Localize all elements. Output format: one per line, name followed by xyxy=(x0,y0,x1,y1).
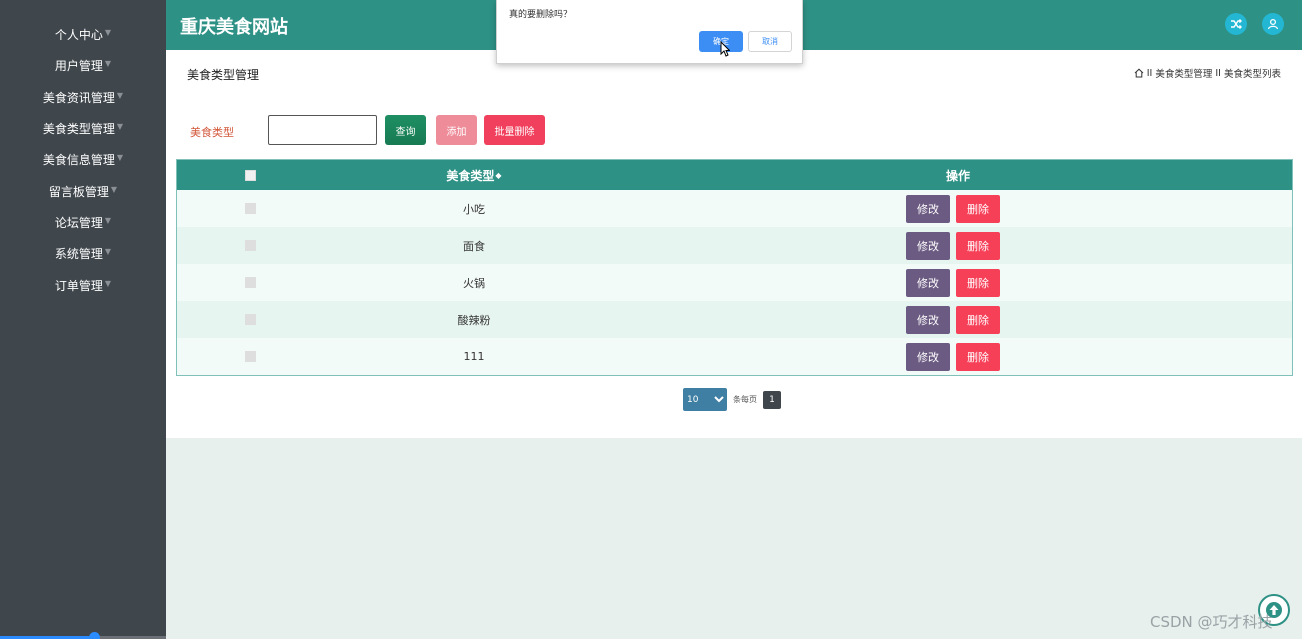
delete-button[interactable]: 删除 xyxy=(956,268,1000,297)
page-title: 美食类型管理 xyxy=(187,68,260,82)
table-row: 111 修改 删除 xyxy=(177,338,1292,375)
home-icon[interactable] xyxy=(1134,68,1144,78)
add-button[interactable]: 添加 xyxy=(436,115,477,145)
row-checkbox[interactable] xyxy=(245,314,256,325)
table-row: 酸辣粉 修改 删除 xyxy=(177,301,1292,338)
caret-down-icon: ▼ xyxy=(116,122,124,132)
page-number-button[interactable]: 1 xyxy=(763,390,781,409)
table-body: 小吃 修改删除 面食 修改删除 火锅 修改删除 酸辣粉 修改删除 111 xyxy=(177,190,1292,375)
query-button[interactable]: 查询 xyxy=(385,115,426,145)
food-type-table: 美食类型◆ 操作 小吃 修改删除 面食 修改删除 火锅 修改删除 酸辣粉 xyxy=(176,159,1293,376)
content-panel: 美食类型管理 II 美食类型管理 II 美食类型列表 美食类型 查询 添加 批量… xyxy=(166,50,1302,438)
sidebar-item-label: 订单管理 xyxy=(54,278,103,293)
delete-button[interactable]: 删除 xyxy=(956,342,1000,371)
sidebar-item-label: 用户管理 xyxy=(54,59,103,74)
select-all-checkbox[interactable] xyxy=(245,169,256,181)
table-row: 火锅 修改 删除 xyxy=(177,264,1292,301)
caret-down-icon: ▼ xyxy=(104,215,112,225)
search-bar: 美食类型 查询 添加 批量删除 xyxy=(190,115,790,145)
breadcrumb: II 美食类型管理 II 美食类型列表 xyxy=(1134,66,1281,80)
breadcrumb-separator: II xyxy=(1146,67,1153,79)
watermark: CSDN @巧才科技 xyxy=(1150,613,1273,631)
scrollbar-handle[interactable] xyxy=(89,632,100,639)
caret-down-icon: ▼ xyxy=(104,278,112,288)
sidebar-item-order-management[interactable]: 订单管理 ▼ xyxy=(0,269,166,300)
edit-button[interactable]: 修改 xyxy=(906,231,950,260)
column-header-ops: 操作 xyxy=(945,168,970,183)
confirm-cancel-button[interactable]: 取消 xyxy=(748,31,792,52)
caret-down-icon: ▼ xyxy=(104,247,112,257)
breadcrumb-separator: II xyxy=(1215,67,1221,79)
food-type-name: 面食 xyxy=(463,239,485,253)
sidebar-item-label: 美食信息管理 xyxy=(42,153,115,168)
column-header-food-type[interactable]: 美食类型 ◆ xyxy=(324,167,624,184)
breadcrumb-item-food-type-management[interactable]: 美食类型管理 xyxy=(1155,66,1212,80)
batch-delete-button[interactable]: 批量删除 xyxy=(484,115,545,145)
delete-button[interactable]: 删除 xyxy=(956,194,1000,223)
delete-button[interactable]: 删除 xyxy=(956,305,1000,334)
sidebar-item-label: 留言板管理 xyxy=(48,184,109,199)
per-page-label: 条每页 xyxy=(733,395,757,404)
breadcrumb-item-food-type-list: 美食类型列表 xyxy=(1223,69,1281,80)
row-checkbox[interactable] xyxy=(245,351,256,362)
sidebar-item-forum-management[interactable]: 论坛管理 ▼ xyxy=(0,207,166,238)
caret-down-icon: ▼ xyxy=(116,153,124,163)
table-row: 小吃 修改 删除 xyxy=(177,190,1292,227)
row-checkbox[interactable] xyxy=(245,203,256,214)
sidebar-item-label: 系统管理 xyxy=(54,247,103,262)
edit-button[interactable]: 修改 xyxy=(906,342,950,371)
sidebar-item-personal-center[interactable]: 个人中心 ▼ xyxy=(0,19,166,50)
confirm-dialog: 真的要删除吗？ 确定 取消 xyxy=(496,0,803,64)
caret-down-icon: ▼ xyxy=(116,90,124,100)
dialog-message: 真的要删除吗？ xyxy=(509,10,573,20)
sidebar-item-food-type-management[interactable]: 美食类型管理 ▼ xyxy=(0,113,166,144)
sidebar-item-food-info-management[interactable]: 美食信息管理 ▼ xyxy=(0,144,166,175)
row-checkbox[interactable] xyxy=(245,277,256,288)
pointer-cursor-icon xyxy=(720,41,730,57)
row-checkbox[interactable] xyxy=(245,240,256,251)
caret-down-icon: ▼ xyxy=(104,59,112,69)
food-type-name: 111 xyxy=(463,350,485,363)
table-header: 美食类型 ◆ 操作 xyxy=(177,160,1292,190)
sort-icon[interactable]: ◆ xyxy=(495,171,501,180)
table-row: 面食 修改 删除 xyxy=(177,227,1292,264)
sidebar-item-user-management[interactable]: 用户管理 ▼ xyxy=(0,50,166,81)
user-icon[interactable] xyxy=(1262,13,1284,35)
caret-down-icon: ▼ xyxy=(104,28,112,38)
pagination: 10 条每页 1 xyxy=(683,388,781,411)
edit-button[interactable]: 修改 xyxy=(906,305,950,334)
sidebar-item-message-board-management[interactable]: 留言板管理 ▼ xyxy=(0,175,166,206)
food-type-name: 小吃 xyxy=(463,202,485,216)
sidebar-menu: 个人中心 ▼ 用户管理 ▼ 美食资讯管理 ▼ 美食类型管理 ▼ 美食信息管理 ▼ 留言板管… xyxy=(0,0,166,301)
sidebar-item-label: 论坛管理 xyxy=(54,215,103,230)
food-type-name: 酸辣粉 xyxy=(457,313,491,327)
edit-button[interactable]: 修改 xyxy=(906,194,950,223)
food-type-search-input[interactable] xyxy=(268,115,377,145)
sidebar-item-label: 个人中心 xyxy=(54,28,103,43)
sidebar-item-label: 美食资讯管理 xyxy=(42,90,115,105)
page-size-select[interactable]: 10 xyxy=(683,388,727,411)
sidebar: 个人中心 ▼ 用户管理 ▼ 美食资讯管理 ▼ 美食类型管理 ▼ 美食信息管理 ▼ 留言板管… xyxy=(0,0,166,639)
caret-down-icon: ▼ xyxy=(110,184,118,194)
column-header-label: 美食类型 xyxy=(446,168,495,183)
sidebar-item-system-management[interactable]: 系统管理 ▼ xyxy=(0,238,166,269)
sidebar-item-food-news-management[interactable]: 美食资讯管理 ▼ xyxy=(0,82,166,113)
site-title: 重庆美食网站 xyxy=(180,17,288,38)
delete-button[interactable]: 删除 xyxy=(956,231,1000,260)
edit-button[interactable]: 修改 xyxy=(906,268,950,297)
shuffle-icon[interactable] xyxy=(1225,13,1247,35)
sidebar-item-label: 美食类型管理 xyxy=(42,122,115,137)
food-type-name: 火锅 xyxy=(463,276,485,290)
search-label: 美食类型 xyxy=(190,126,234,139)
